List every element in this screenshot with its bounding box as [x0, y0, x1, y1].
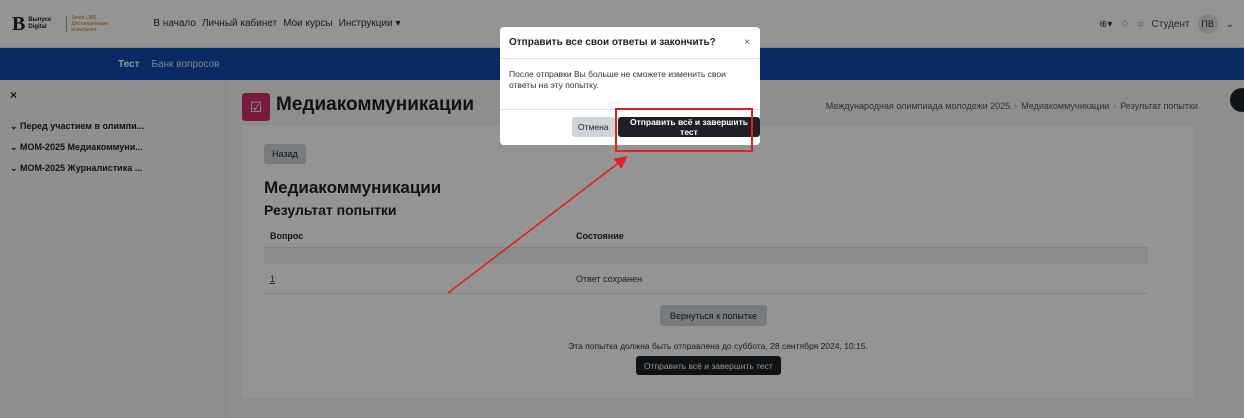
annotation-arrow — [447, 156, 628, 294]
arrow-line — [447, 156, 628, 294]
